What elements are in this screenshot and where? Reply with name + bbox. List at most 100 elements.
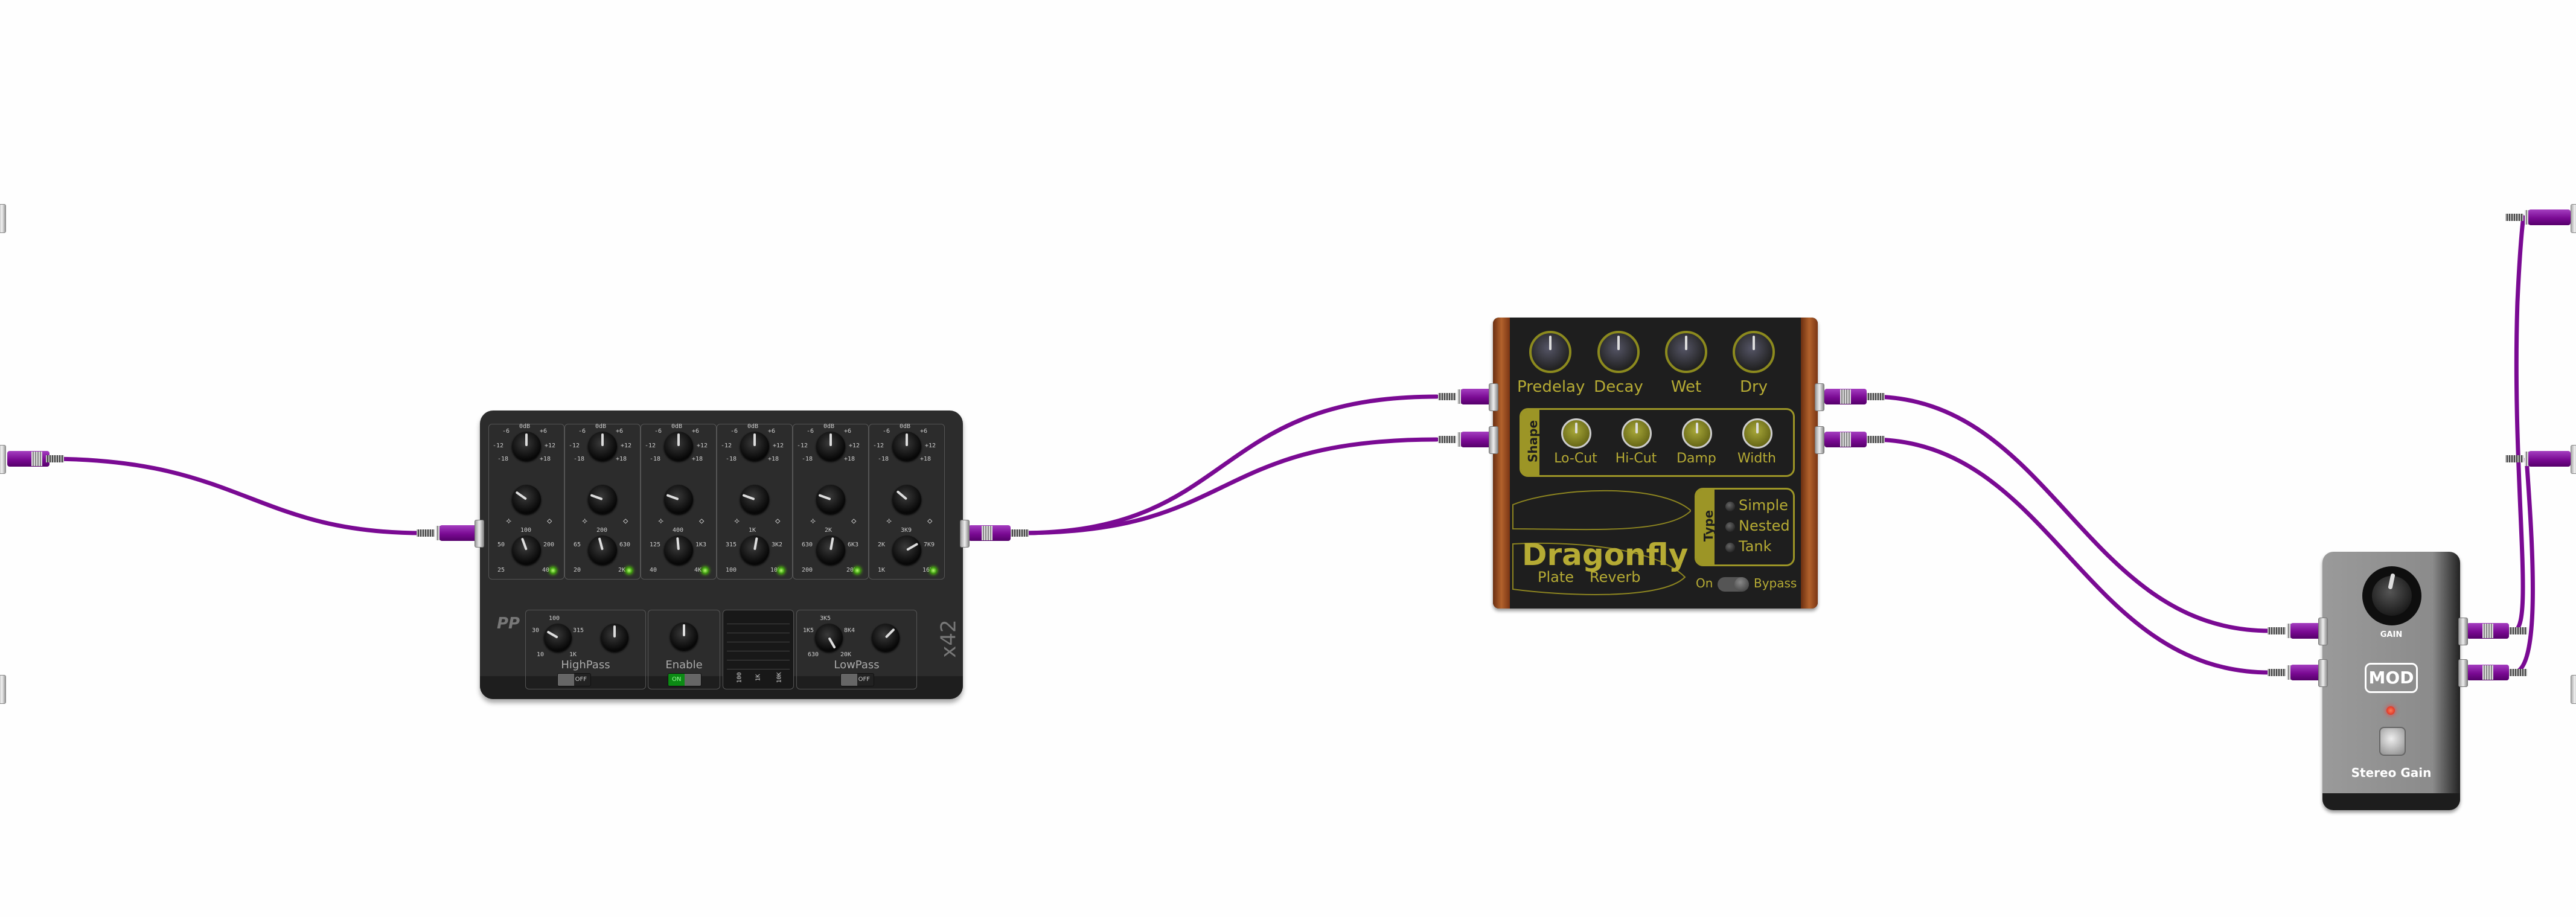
cable-gain-to-playback-2[interactable] [2511,456,2535,675]
highpass-freq-knob[interactable] [544,624,572,651]
band-gain-knob[interactable] [512,432,541,461]
band-freq-knob[interactable] [664,535,693,564]
gain-tick-label: +18 [768,456,779,462]
cable-plug[interactable] [1822,432,1888,447]
type-tank-radio[interactable] [1725,543,1735,552]
cable-plug[interactable] [2505,451,2572,467]
gain-input-jack-r[interactable] [2318,659,2328,687]
lowpass-label: LowPass [834,659,880,671]
wet-knob[interactable] [1665,331,1707,373]
freq-tick-label: 30 [532,627,540,634]
system-input-jack[interactable] [0,204,6,233]
gain-knob[interactable] [2362,566,2421,625]
band-gain-knob[interactable] [740,432,769,461]
band-enable-led[interactable] [549,567,557,574]
gain-tick-label: -12 [721,443,732,449]
high-shelf-icon: ◇ [547,516,552,526]
eq-band: 0dB -6 +6 -12 +12 -18 +18 3K9 2K 7K9 1K 16K ⟡ ◇ [869,423,945,580]
bypass-switch-thumb [1734,577,1749,592]
hi-cut-label: Hi-Cut [1615,451,1657,466]
band-gain-knob[interactable] [588,432,617,461]
band-freq-knob[interactable] [588,535,617,564]
gain-input-jack-l[interactable] [2318,618,2328,645]
band-freq-knob[interactable] [892,535,921,564]
x42-output-jack[interactable] [960,520,970,548]
cable-gain-to-playback-1[interactable] [2511,215,2526,633]
highpass-section: HighPass OFF 100 30 315 10 1K [525,610,646,689]
dragonfly-output-jack-r[interactable] [1815,426,1824,454]
band-q-knob[interactable] [892,485,921,514]
band-freq-knob[interactable] [740,535,769,564]
cable-x42-to-dragonfly-l[interactable] [1018,394,1439,535]
predelay-knob[interactable] [1529,331,1571,373]
cable-dragonfly-to-gain-l[interactable] [1869,394,2272,633]
type-simple-radio[interactable] [1725,502,1735,511]
freq-tick-label: 50 [497,542,505,548]
band-enable-led[interactable] [854,567,861,574]
band-enable-led[interactable] [778,567,785,574]
dragonfly-input-jack-r[interactable] [1489,426,1498,454]
cable-plug[interactable] [2464,665,2531,680]
output-gain-knob[interactable] [670,622,698,650]
width-knob[interactable] [1742,418,1772,449]
type-nested-radio[interactable] [1725,522,1735,532]
gain-tick-label: 0dB [823,423,835,430]
highpass-q-knob[interactable] [601,624,628,651]
band-freq-knob[interactable] [816,535,845,564]
band-enable-led[interactable] [702,567,709,574]
gain-tick-label: -6 [502,428,510,435]
cable-plug[interactable] [2464,623,2531,639]
gain-output-jack-r[interactable] [2458,659,2468,687]
cable-x42-to-dragonfly-r[interactable] [1018,437,1439,535]
bypass-switch[interactable] [1718,577,1749,592]
hi-cut-knob[interactable] [1622,418,1652,449]
x42-input-jack[interactable] [475,520,484,548]
cable-dragonfly-to-gain-r[interactable] [1869,437,2272,675]
plugin-name-label: Stereo Gain [2351,765,2432,780]
dragonfly-plate-reverb-plugin[interactable]: Predelay Decay Wet Dry Shape Lo-Cut Hi-C… [1493,318,1818,609]
dragonfly-input-jack-l[interactable] [1489,383,1498,411]
highpass-toggle[interactable]: OFF [557,673,591,686]
x42-eq-plugin[interactable]: 0dB -6 +6 -12 +12 -18 +18 100 50 200 25 400 ⟡ ◇ 0dB -6 +… [480,411,963,699]
band-enable-led[interactable] [625,567,633,574]
cable-plug[interactable] [966,525,1032,541]
gain-output-jack-l[interactable] [2458,618,2468,645]
cable-plug[interactable] [5,451,71,467]
dragonfly-output-jack-l[interactable] [1815,383,1824,411]
mod-stereo-gain-plugin[interactable]: GAIN MOD Stereo Gain [2322,552,2460,810]
lowpass-freq-knob[interactable] [815,624,843,651]
cable-plug[interactable] [1822,389,1888,404]
dry-knob[interactable] [1733,331,1775,373]
footswitch-button[interactable] [2379,727,2406,756]
cable-capture-to-x42[interactable] [46,456,425,535]
band-q-knob[interactable] [740,485,769,514]
eq-band: 0dB -6 +6 -12 +12 -18 +18 400 125 1K3 40 4K ⟡ ◇ [641,423,717,580]
band-q-knob[interactable] [588,485,617,514]
band-q-knob[interactable] [512,485,541,514]
band-gain-knob[interactable] [816,432,845,461]
system-input-jack[interactable] [0,675,6,704]
band-q-knob[interactable] [816,485,845,514]
dragonfly-title: Dragonfly [1522,537,1689,572]
band-enable-led[interactable] [930,567,937,574]
band-freq-knob[interactable] [512,535,541,564]
band-q-knob[interactable] [664,485,693,514]
lowpass-q-knob[interactable] [872,624,900,651]
low-shelf-icon: ⟡ [886,516,892,526]
gain-tick-label: -18 [497,456,509,462]
enable-toggle[interactable]: ON [668,673,702,686]
cable-plug[interactable] [2505,209,2572,225]
eq-band: 0dB -6 +6 -12 +12 -18 +18 200 65 630 20 2K ⟡ ◇ [564,423,641,580]
gain-tick-label: -12 [645,443,656,449]
freq-tick-label: 315 [726,542,737,548]
band-gain-knob[interactable] [664,432,693,461]
damp-knob[interactable] [1682,418,1712,449]
cable-plug[interactable] [417,525,483,541]
band-gain-knob[interactable] [892,432,921,461]
lowpass-toggle[interactable]: OFF [840,673,874,686]
decay-knob[interactable] [1597,331,1640,373]
lo-cut-knob[interactable] [1561,418,1591,449]
system-output-jack[interactable] [2571,675,2576,704]
gain-tick-label: +6 [540,428,548,435]
highpass-toggle-state: OFF [575,676,587,683]
